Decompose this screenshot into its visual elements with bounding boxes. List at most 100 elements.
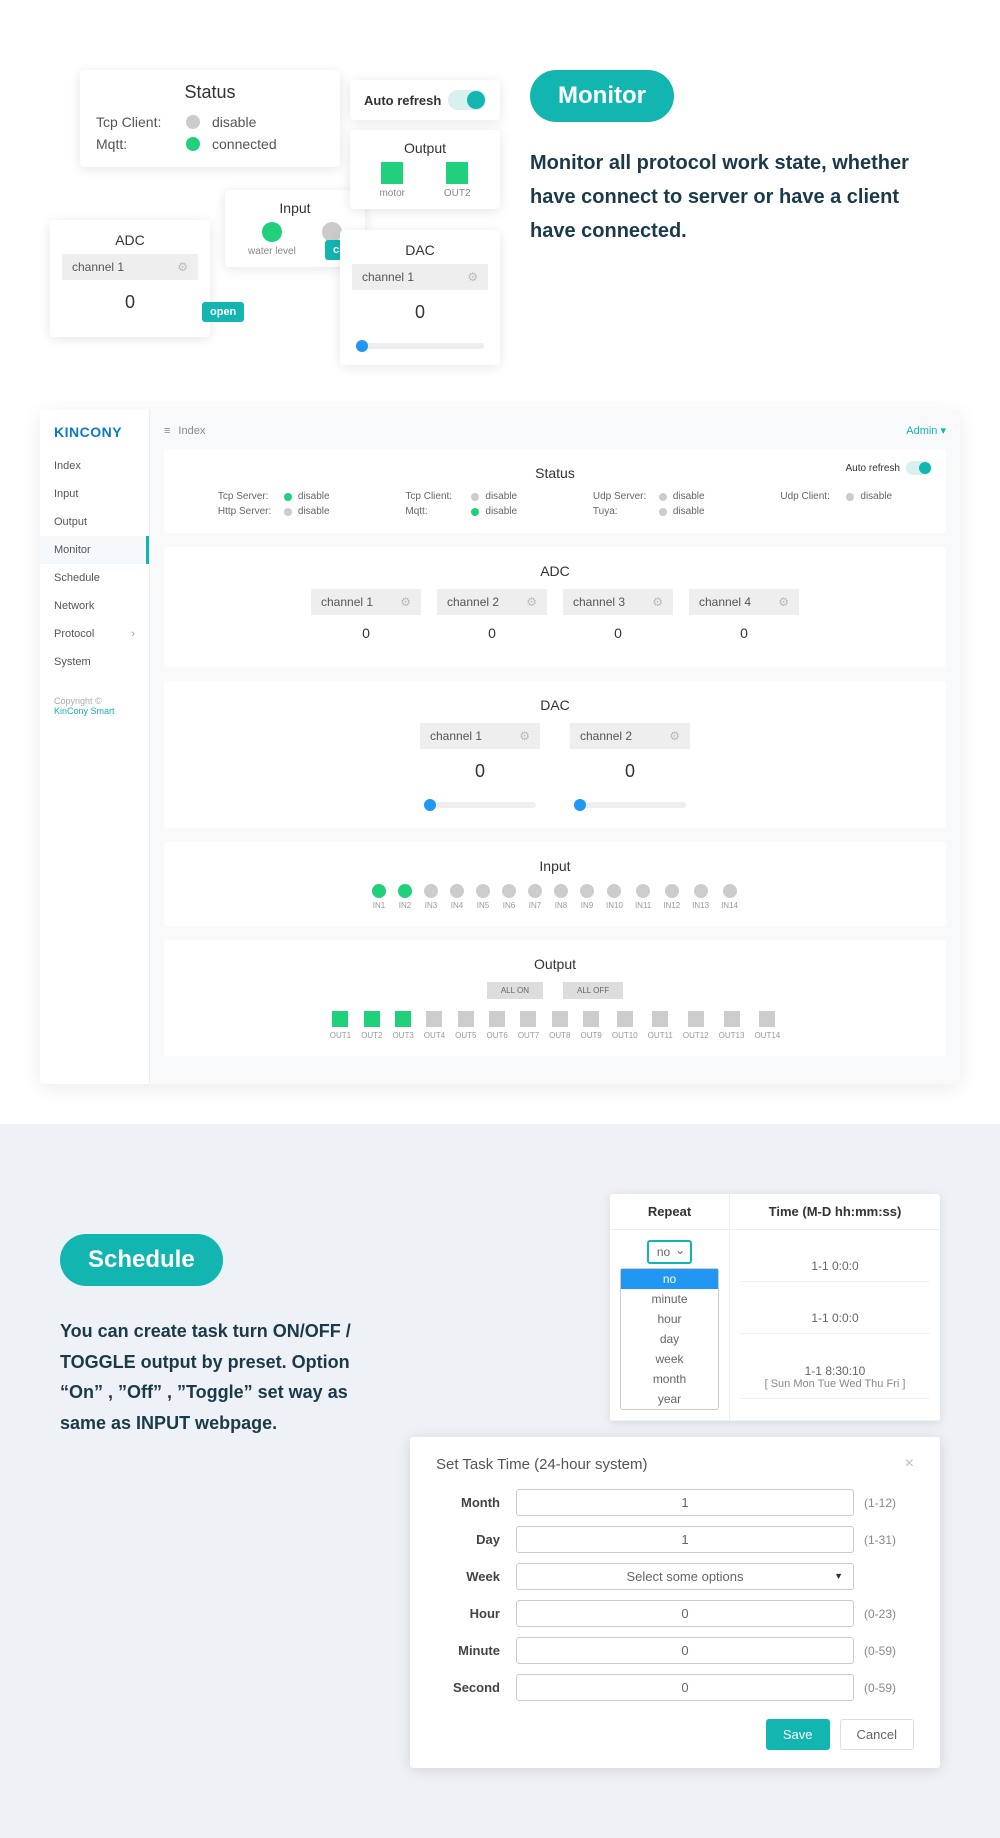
- sidebar-item-index[interactable]: Index: [40, 452, 149, 480]
- output-switch[interactable]: OUT11: [648, 1011, 673, 1040]
- output-item[interactable]: motor: [379, 162, 405, 199]
- dropdown-option[interactable]: hour: [621, 1309, 718, 1329]
- day-input[interactable]: [516, 1526, 854, 1553]
- minute-input[interactable]: [516, 1637, 854, 1664]
- status-dot-icon: [186, 115, 200, 129]
- status-panel: Auto refresh Status Tcp Server:disableHt…: [164, 449, 946, 533]
- sidebar-item-network[interactable]: Network: [40, 592, 149, 620]
- sidebar-item-system[interactable]: System: [40, 648, 149, 676]
- open-tag: open: [202, 302, 244, 322]
- gear-icon[interactable]: ⚙: [177, 260, 188, 274]
- input-dot[interactable]: water level: [248, 222, 296, 257]
- month-input[interactable]: [516, 1489, 854, 1516]
- sidebar-item-monitor[interactable]: Monitor: [40, 536, 149, 564]
- output-item[interactable]: OUT2: [444, 162, 471, 199]
- dac-slider[interactable]: [574, 802, 686, 808]
- week-select[interactable]: Select some options: [516, 1563, 854, 1590]
- schedule-badge: Schedule: [60, 1234, 223, 1286]
- logo: KINCONY: [40, 424, 149, 452]
- input-dot[interactable]: IN10: [606, 884, 623, 910]
- input-dot[interactable]: IN5: [476, 884, 490, 910]
- copyright: Copyright © KinCony Smart: [40, 676, 149, 716]
- sidebar-item-output[interactable]: Output: [40, 508, 149, 536]
- repeat-dropdown[interactable]: nominutehourdayweekmonthyear: [620, 1268, 719, 1410]
- status-item: Mqtt:disable: [405, 506, 517, 517]
- output-switch[interactable]: OUT4: [424, 1011, 445, 1040]
- output-switch[interactable]: OUT10: [612, 1011, 638, 1040]
- gear-icon[interactable]: ⚙: [467, 270, 478, 284]
- output-switch[interactable]: OUT3: [392, 1011, 413, 1040]
- input-dot[interactable]: IN4: [450, 884, 464, 910]
- adc-card: ADC channel 1⚙ 0: [50, 220, 210, 337]
- adc-channel: channel 4⚙0: [689, 589, 799, 651]
- status-item: Tcp Server:disable: [218, 491, 330, 502]
- set-task-time-modal: Set Task Time (24-hour system) × Month(1…: [410, 1437, 940, 1768]
- dac-card: DAC channel 1⚙ 0: [340, 230, 500, 365]
- dac-slider[interactable]: [356, 343, 484, 349]
- input-dot[interactable]: IN14: [721, 884, 738, 910]
- output-switch[interactable]: OUT9: [581, 1011, 602, 1040]
- time-cell: 1-1 8:30:10[ Sun Mon Tue Wed Thu Fri ]: [740, 1356, 930, 1399]
- monitor-badge: Monitor: [530, 70, 674, 122]
- gear-icon[interactable]: ⚙: [526, 595, 537, 609]
- save-button[interactable]: Save: [766, 1719, 830, 1750]
- output-switch[interactable]: OUT12: [683, 1011, 709, 1040]
- gear-icon[interactable]: ⚙: [669, 729, 680, 743]
- breadcrumb: Index: [178, 425, 205, 437]
- output-switch[interactable]: OUT5: [455, 1011, 476, 1040]
- sidebar-item-input[interactable]: Input: [40, 480, 149, 508]
- input-dot[interactable]: IN3: [424, 884, 438, 910]
- second-input[interactable]: [516, 1674, 854, 1701]
- output-panel: Output ALL ON ALL OFF OUT1OUT2OUT3OUT4OU…: [164, 940, 946, 1056]
- auto-refresh-toggle[interactable]: [448, 90, 486, 110]
- hour-input[interactable]: [516, 1600, 854, 1627]
- dropdown-option[interactable]: year: [621, 1389, 718, 1409]
- status-row: Tcp Client:disable: [96, 111, 324, 133]
- output-switch[interactable]: OUT2: [361, 1011, 382, 1040]
- all-on-button[interactable]: ALL ON: [487, 982, 543, 999]
- dropdown-option[interactable]: minute: [621, 1289, 718, 1309]
- sidebar-item-protocol[interactable]: Protocol: [40, 620, 149, 648]
- admin-menu[interactable]: Admin ▾: [906, 424, 946, 437]
- gear-icon[interactable]: ⚙: [652, 595, 663, 609]
- output-card: Output motorOUT2: [350, 130, 500, 209]
- input-dot[interactable]: IN2: [398, 884, 412, 910]
- status-item: Udp Server:disable: [593, 491, 705, 502]
- close-icon[interactable]: ×: [905, 1455, 914, 1473]
- input-dot[interactable]: IN7: [528, 884, 542, 910]
- output-switch[interactable]: OUT13: [719, 1011, 745, 1040]
- dac-channel: channel 1⚙0: [420, 723, 540, 812]
- dropdown-option[interactable]: month: [621, 1369, 718, 1389]
- dropdown-option[interactable]: no: [621, 1269, 718, 1289]
- gear-icon[interactable]: ⚙: [778, 595, 789, 609]
- auto-refresh-toggle[interactable]: [906, 461, 932, 475]
- input-dot[interactable]: IN12: [663, 884, 680, 910]
- time-cell: 1-1 0:0:0: [740, 1303, 930, 1334]
- input-dot[interactable]: IN9: [580, 884, 594, 910]
- output-switch[interactable]: OUT14: [754, 1011, 780, 1040]
- dac-panel: DAC channel 1⚙0channel 2⚙0: [164, 681, 946, 828]
- sidebar-item-schedule[interactable]: Schedule: [40, 564, 149, 592]
- dac-slider[interactable]: [424, 802, 536, 808]
- output-switch[interactable]: OUT7: [518, 1011, 539, 1040]
- gear-icon[interactable]: ⚙: [400, 595, 411, 609]
- output-switch[interactable]: OUT6: [486, 1011, 507, 1040]
- input-dot[interactable]: IN6: [502, 884, 516, 910]
- input-dot[interactable]: IN13: [692, 884, 709, 910]
- gear-icon[interactable]: ⚙: [519, 729, 530, 743]
- dropdown-option[interactable]: week: [621, 1349, 718, 1369]
- status-title: Status: [96, 82, 324, 103]
- repeat-table: Repeat Time (M-D hh:mm:ss) no nominuteho…: [610, 1194, 940, 1421]
- menu-icon[interactable]: ≡: [164, 425, 170, 437]
- input-dot[interactable]: IN11: [635, 884, 651, 910]
- output-switch[interactable]: OUT8: [549, 1011, 570, 1040]
- cancel-button[interactable]: Cancel: [840, 1719, 914, 1750]
- repeat-select[interactable]: no: [647, 1240, 692, 1264]
- output-switch[interactable]: OUT1: [330, 1011, 351, 1040]
- dropdown-option[interactable]: day: [621, 1329, 718, 1349]
- input-dot[interactable]: IN1: [372, 884, 386, 910]
- monitor-description: Monitor all protocol work state, whether…: [530, 146, 950, 248]
- input-dot[interactable]: IN8: [554, 884, 568, 910]
- all-off-button[interactable]: ALL OFF: [563, 982, 623, 999]
- input-panel: Input IN1IN2IN3IN4IN5IN6IN7IN8IN9IN10IN1…: [164, 842, 946, 926]
